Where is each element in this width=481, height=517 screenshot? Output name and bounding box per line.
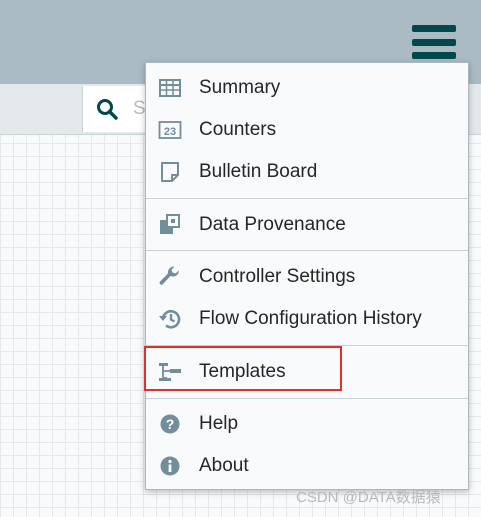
menu-item-label: Help [199, 413, 239, 434]
history-icon [159, 310, 181, 329]
canvas-page: Summary 23 Counters Bulletin Board [0, 0, 481, 517]
templates-icon [159, 363, 181, 381]
menu-item-label: Flow Configuration History [199, 308, 422, 329]
table-icon [159, 79, 181, 97]
menu-item-data-provenance[interactable]: Data Provenance [146, 205, 468, 245]
menu-item-templates[interactable]: Templates [146, 352, 468, 392]
menu-divider [146, 198, 468, 199]
menu-item-about[interactable]: About [146, 446, 468, 486]
menu-divider [146, 250, 468, 251]
menu-item-summary[interactable]: Summary [146, 68, 468, 108]
hamburger-menu-icon[interactable] [412, 25, 456, 59]
global-menu: Summary 23 Counters Bulletin Board Data … [145, 62, 469, 490]
menu-item-label: Summary [199, 77, 281, 98]
menu-item-label: Data Provenance [199, 214, 346, 235]
watermark: CSDN @DATA数据猿 [296, 489, 441, 506]
menu-item-controller-settings[interactable]: Controller Settings [146, 257, 468, 297]
menu-item-label: Counters [199, 119, 277, 140]
menu-divider [146, 345, 468, 346]
info-circle-icon [160, 456, 180, 476]
wrench-icon [159, 266, 180, 285]
svg-text:23: 23 [164, 126, 176, 138]
menu-item-label: Controller Settings [199, 266, 356, 287]
menu-item-help[interactable]: ? Help [146, 404, 468, 444]
sticky-note-icon [161, 162, 179, 182]
svg-text:?: ? [166, 416, 175, 432]
menu-item-flow-configuration-history[interactable]: Flow Configuration History [146, 299, 468, 339]
menu-item-label: Bulletin Board [199, 161, 318, 182]
menu-item-label: About [199, 455, 249, 476]
provenance-icon [160, 214, 180, 234]
menu-item-counters[interactable]: 23 Counters [146, 110, 468, 150]
menu-item-label: Templates [199, 361, 286, 382]
counter-icon: 23 [158, 121, 182, 139]
search-icon[interactable] [96, 98, 118, 120]
menu-item-bulletin-board[interactable]: Bulletin Board [146, 152, 468, 192]
question-circle-icon: ? [160, 414, 180, 434]
menu-divider [146, 398, 468, 399]
